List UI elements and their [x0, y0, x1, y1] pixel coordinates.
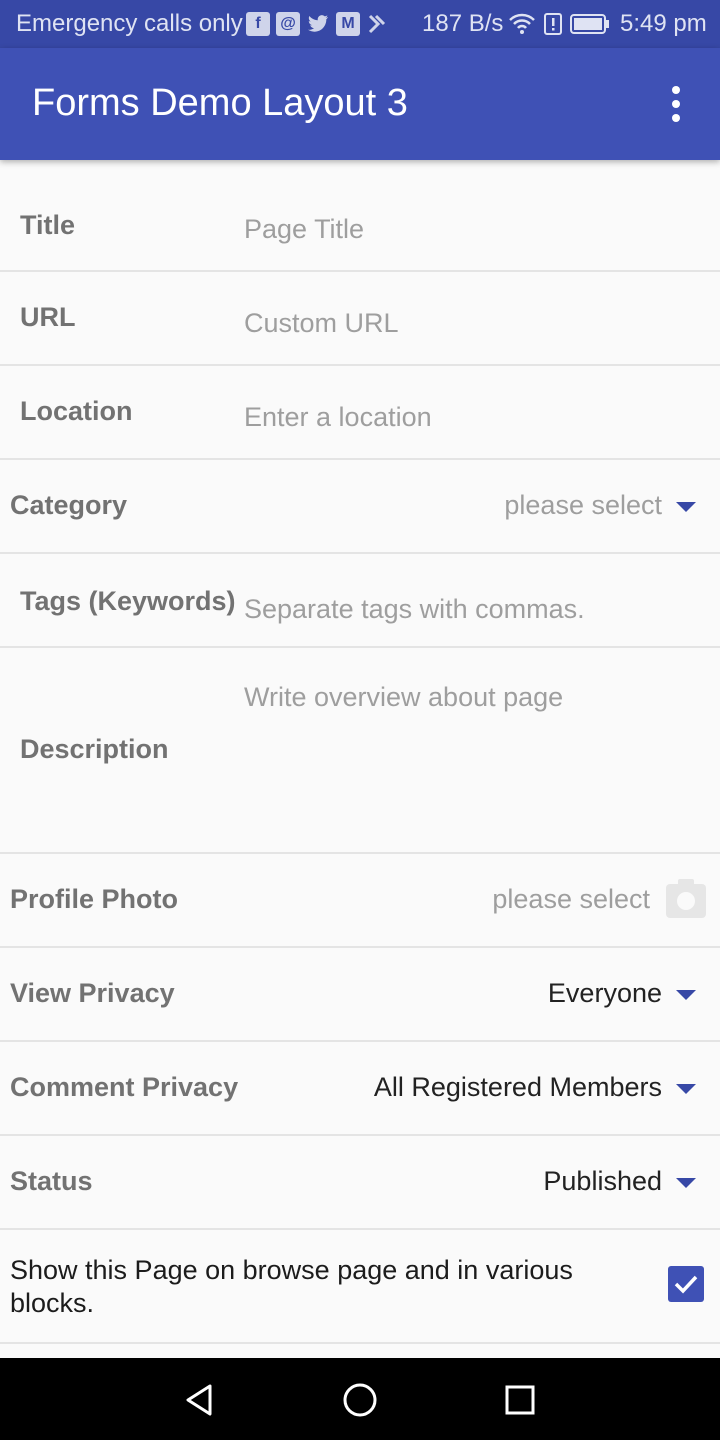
url-input[interactable]: [244, 308, 694, 339]
description-textarea[interactable]: [244, 682, 694, 832]
chevron-down-icon[interactable]: [676, 1178, 696, 1188]
camera-icon[interactable]: [666, 879, 706, 918]
battery-icon: [570, 14, 609, 34]
view-privacy-row[interactable]: View Privacy Everyone: [0, 948, 720, 1042]
url-label: URL: [20, 302, 76, 332]
url-row: URL: [0, 272, 720, 366]
check-icon: [674, 1275, 698, 1294]
profile-photo-row[interactable]: Profile Photo please select: [0, 854, 720, 948]
clock: 5:49 pm: [620, 10, 707, 37]
category-select[interactable]: please select: [504, 490, 662, 521]
show-on-browse-checkbox[interactable]: [668, 1266, 704, 1302]
alert-icon: [544, 13, 562, 35]
navigation-bar: [0, 1358, 720, 1440]
twitter-icon: [306, 12, 330, 36]
network-speed: 187 B/s: [422, 10, 504, 37]
show-on-browse-label: Show this Page on browse page and in var…: [10, 1255, 573, 1318]
home-icon[interactable]: [340, 1380, 380, 1420]
more-vert-icon[interactable]: [656, 82, 696, 126]
carrier-text: Emergency calls only: [16, 10, 243, 37]
app-icon: @: [276, 12, 300, 36]
view-privacy-select[interactable]: Everyone: [548, 978, 662, 1009]
comment-privacy-label: Comment Privacy: [10, 1072, 239, 1102]
wifi-icon: [509, 13, 535, 34]
profile-photo-select[interactable]: please select: [492, 884, 650, 915]
tags-input[interactable]: [244, 594, 694, 625]
comment-privacy-select[interactable]: All Registered Members: [374, 1072, 662, 1103]
category-label: Category: [10, 490, 128, 520]
status-bar: Emergency calls only f @ M 187 B/s 5:49 …: [0, 0, 720, 48]
title-label: Title: [20, 210, 76, 240]
category-row[interactable]: Category please select: [0, 460, 720, 554]
description-label: Description: [20, 734, 169, 764]
status-row[interactable]: Status Published: [0, 1136, 720, 1230]
profile-photo-label: Profile Photo: [10, 884, 178, 914]
title-row: Title: [0, 178, 720, 272]
description-row: Description: [0, 648, 720, 854]
view-privacy-label: View Privacy: [10, 978, 175, 1008]
location-label: Location: [20, 396, 133, 426]
chevron-down-icon[interactable]: [676, 502, 696, 512]
comment-privacy-row[interactable]: Comment Privacy All Registered Members: [0, 1042, 720, 1136]
gmail-icon: M: [336, 12, 360, 36]
app-title: Forms Demo Layout 3: [32, 82, 408, 124]
tags-row: Tags (Keywords): [0, 554, 720, 648]
tags-label: Tags (Keywords): [20, 586, 236, 616]
status-select[interactable]: Published: [543, 1166, 662, 1197]
location-input[interactable]: [244, 402, 694, 433]
facebook-icon: f: [246, 12, 270, 36]
notification-icons: f @ M: [246, 12, 390, 36]
message-icon: [366, 12, 390, 36]
page-form: Title URL Location Category please selec…: [0, 178, 720, 1344]
app-bar: Forms Demo Layout 3: [0, 48, 720, 160]
recents-icon[interactable]: [500, 1380, 540, 1420]
location-row: Location: [0, 366, 720, 460]
title-input[interactable]: [244, 214, 694, 245]
chevron-down-icon[interactable]: [676, 1084, 696, 1094]
chevron-down-icon[interactable]: [676, 990, 696, 1000]
back-icon[interactable]: [180, 1380, 220, 1420]
show-on-browse-row[interactable]: Show this Page on browse page and in var…: [0, 1230, 720, 1344]
status-label: Status: [10, 1166, 93, 1196]
system-icons: [508, 12, 610, 36]
